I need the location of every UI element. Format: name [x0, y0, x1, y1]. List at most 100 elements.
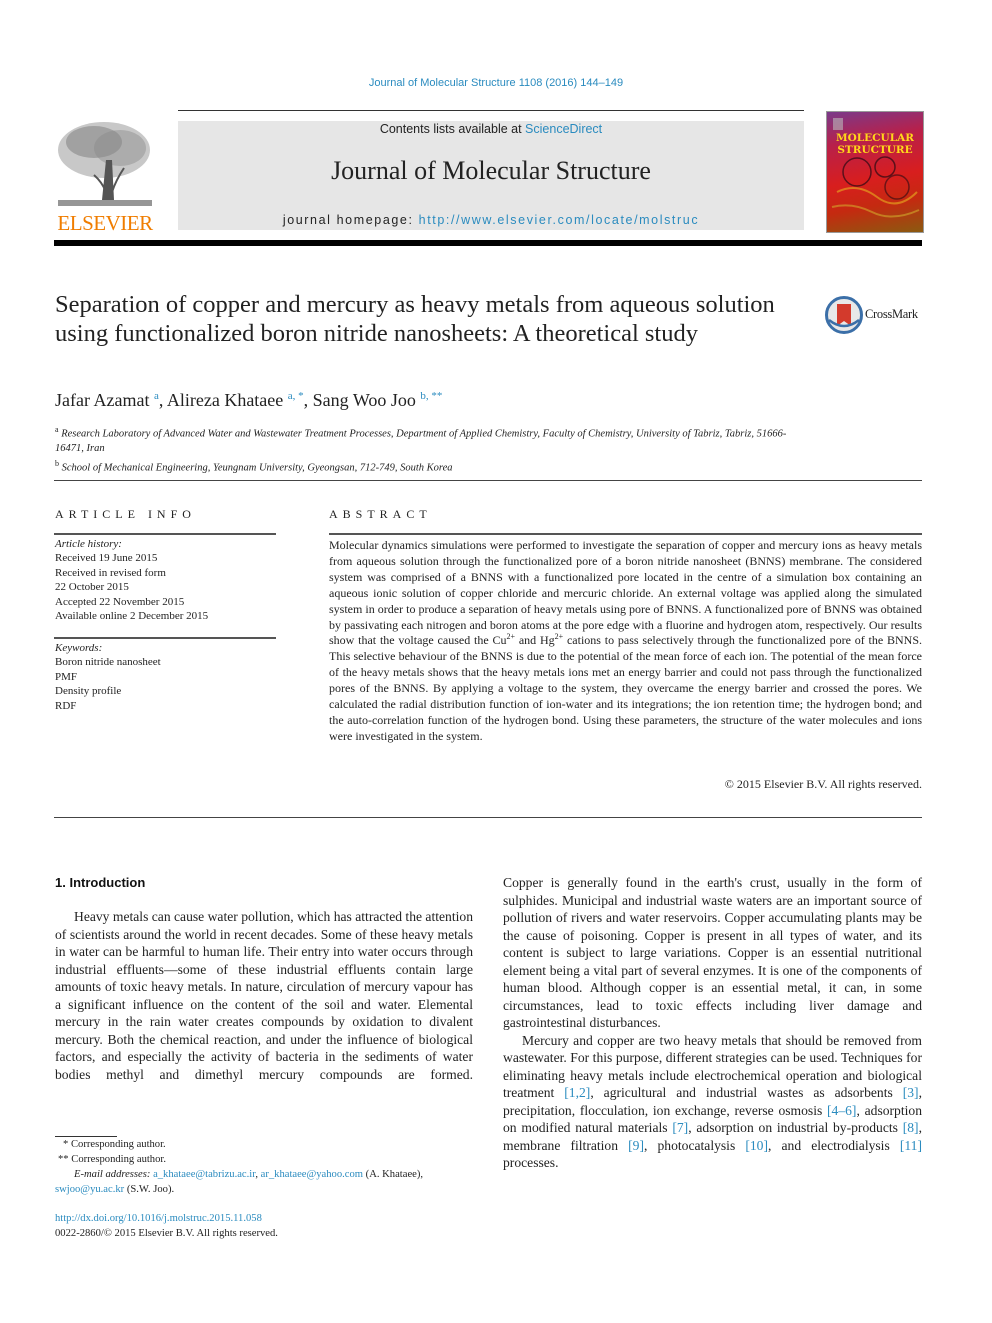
- keyword-item: RDF: [55, 699, 77, 712]
- author-name[interactable]: Alireza Khataee: [167, 390, 283, 410]
- article-title: Separation of copper and mercury as heav…: [55, 291, 775, 347]
- keywords-label: Keywords:: [55, 642, 103, 654]
- history-item: 22 October 2015: [55, 581, 129, 594]
- article-info-heading: ARTICLE INFO: [55, 507, 196, 521]
- elsevier-tree-icon: [58, 122, 152, 206]
- author-affiliation-mark[interactable]: b, **: [420, 390, 442, 402]
- email-owner: (S.W. Joo).: [124, 1184, 175, 1195]
- sciencedirect-link[interactable]: ScienceDirect: [525, 122, 602, 136]
- affiliations: a Research Laboratory of Advanced Water …: [55, 423, 815, 476]
- crossmark-button[interactable]: CrossMark: [825, 296, 925, 334]
- reference-link[interactable]: [9]: [628, 1138, 644, 1153]
- abstract-rule: [329, 533, 922, 535]
- crossmark-label: CrossMark: [865, 307, 918, 321]
- footnote-item: * Corresponding author.: [55, 1137, 475, 1152]
- body-left-column: Heavy metals can cause water pollution, …: [55, 908, 473, 1083]
- author-list: Jafar Azamat a, Alireza Khataee a, *, Sa…: [55, 390, 443, 410]
- body-right-column: Copper is generally found in the earth's…: [503, 874, 922, 1172]
- elsevier-logo: ELSEVIER: [54, 120, 156, 236]
- introduction-heading: 1. Introduction: [55, 875, 146, 890]
- footnote-mark: **: [58, 1154, 69, 1165]
- reference-link[interactable]: [11]: [900, 1138, 922, 1153]
- header-top-rule: [178, 110, 804, 111]
- keywords-rule: [54, 637, 276, 639]
- abstract-copyright: © 2015 Elsevier B.V. All rights reserved…: [724, 777, 922, 791]
- section-divider: [54, 817, 922, 818]
- reference-link[interactable]: [3]: [903, 1085, 919, 1100]
- journal-citation-link[interactable]: Journal of Molecular Structure 1108 (201…: [0, 77, 992, 89]
- article-info-rule: [54, 533, 276, 535]
- journal-homepage-line: journal homepage: http://www.elsevier.co…: [178, 213, 804, 227]
- article-history: Article history: Received 19 June 2015 R…: [55, 537, 277, 623]
- paragraph-text: , and electrodialysis: [768, 1137, 900, 1153]
- keyword-item: PMF: [55, 670, 78, 683]
- crossmark-icon: [825, 296, 863, 334]
- reference-link[interactable]: [8]: [903, 1120, 919, 1135]
- contents-available-line: Contents lists available at ScienceDirec…: [178, 122, 804, 136]
- journal-title: Journal of Molecular Structure: [331, 156, 651, 185]
- reference-link[interactable]: [10]: [745, 1138, 768, 1153]
- reference-link[interactable]: [7]: [672, 1120, 688, 1135]
- email-link[interactable]: swjoo@yu.ac.kr: [55, 1184, 124, 1195]
- history-item: Received 19 June 2015: [55, 552, 158, 565]
- history-item: Received in revised form: [55, 566, 166, 579]
- abstract-text-part: and Hg: [515, 633, 555, 648]
- email-link[interactable]: ar_khataee@yahoo.com: [261, 1169, 363, 1180]
- abstract-text: Molecular dynamics simulations were perf…: [329, 538, 922, 745]
- body-paragraph: Copper is generally found in the earth's…: [503, 875, 922, 1030]
- affiliation-item: b School of Mechanical Engineering, Yeun…: [55, 457, 815, 476]
- abstract-text-part: cations to pass selectively through the …: [329, 633, 923, 743]
- footnote-mark: *: [63, 1139, 69, 1150]
- article-history-label: Article history:: [55, 538, 122, 550]
- history-item: Accepted 22 November 2015: [55, 595, 185, 608]
- homepage-prefix: journal homepage:: [282, 213, 419, 227]
- paragraph-text: , adsorption on industrial by-products: [688, 1120, 903, 1135]
- paragraph-text: processes.: [503, 1155, 559, 1170]
- paragraph-text: , photocatalysis: [643, 1137, 746, 1153]
- email-label: E-mail addresses:: [74, 1169, 151, 1180]
- abstract-text-part: Molecular dynamics simulations were perf…: [329, 538, 922, 648]
- elsevier-wordmark: ELSEVIER: [57, 211, 153, 235]
- journal-cover-image: MOLECULAR STRUCTURE: [826, 111, 924, 233]
- cover-title-line1: MOLECULAR: [836, 132, 914, 144]
- contents-prefix: Contents lists available at: [379, 122, 526, 136]
- footnote-text: Corresponding author.: [71, 1154, 166, 1165]
- issn-copyright: 0022-2860/© 2015 Elsevier B.V. All right…: [55, 1228, 278, 1239]
- affiliation-text: Research Laboratory of Advanced Water an…: [55, 428, 787, 455]
- section-divider: [54, 480, 922, 481]
- affiliation-mark: b: [55, 458, 59, 468]
- affiliation-mark: a: [55, 425, 59, 434]
- header-thick-rule: [54, 240, 922, 246]
- journal-homepage-link[interactable]: http://www.elsevier.com/locate/molstruc: [419, 213, 700, 227]
- keywords: Keywords: Boron nitride nanosheet PMF De…: [55, 641, 277, 713]
- footnote-item: ** Corresponding author.: [55, 1152, 475, 1167]
- author-affiliation-mark[interactable]: a, *: [288, 390, 304, 402]
- email-owner: (A. Khataee),: [363, 1169, 424, 1180]
- reference-link[interactable]: [4–6]: [827, 1103, 856, 1118]
- paragraph-text: , agricultural and industrial wastes as …: [590, 1085, 903, 1100]
- cover-title: MOLECULAR STRUCTURE: [827, 132, 923, 156]
- reference-link[interactable]: [1,2]: [564, 1085, 590, 1100]
- charge-superscript: 2+: [554, 632, 564, 642]
- cover-title-line2: STRUCTURE: [837, 144, 913, 156]
- affiliation-text: School of Mechanical Engineering, Yeungn…: [61, 462, 453, 473]
- keyword-item: Density profile: [55, 685, 122, 698]
- email-link[interactable]: a_khataee@tabrizu.ac.ir: [153, 1169, 255, 1180]
- footnote-text: Corresponding author.: [70, 1139, 166, 1150]
- body-paragraph: Mercury and copper are two heavy metals …: [503, 1032, 922, 1172]
- footnotes: * Corresponding author. ** Corresponding…: [55, 1137, 475, 1197]
- affiliation-item: a Research Laboratory of Advanced Water …: [55, 423, 815, 457]
- author-affiliation-mark[interactable]: a: [154, 390, 159, 402]
- email-footnote: E-mail addresses: a_khataee@tabrizu.ac.i…: [55, 1169, 424, 1195]
- doi-link[interactable]: http://dx.doi.org/10.1016/j.molstruc.201…: [55, 1213, 262, 1224]
- author-name[interactable]: Sang Woo Joo: [313, 390, 416, 410]
- journal-masthead: Contents lists available at ScienceDirec…: [178, 121, 804, 230]
- history-item: Available online 2 December 2015: [55, 610, 209, 623]
- doi-block: http://dx.doi.org/10.1016/j.molstruc.201…: [55, 1211, 278, 1241]
- charge-superscript: 2+: [506, 632, 516, 642]
- keyword-item: Boron nitride nanosheet: [55, 656, 161, 669]
- author-name[interactable]: Jafar Azamat: [55, 390, 149, 410]
- body-paragraph: Heavy metals can cause water pollution, …: [55, 909, 473, 1082]
- abstract-heading: ABSTRACT: [329, 507, 432, 521]
- cover-molecular-art-icon: [831, 118, 920, 218]
